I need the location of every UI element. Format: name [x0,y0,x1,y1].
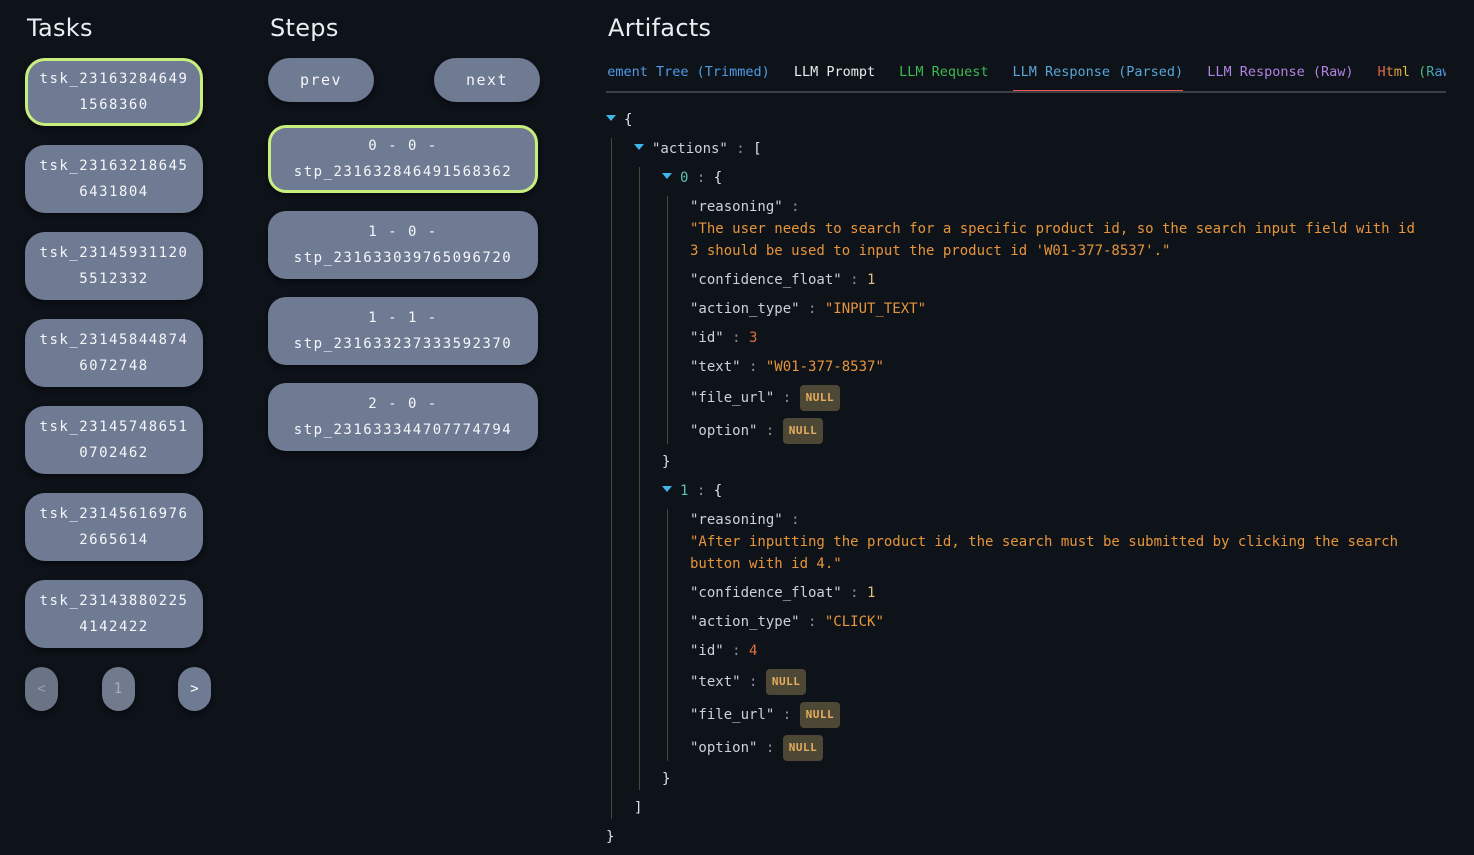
json-key: "file_url" [690,390,774,406]
task-button[interactable]: tsk_231438802254142422 [25,580,203,648]
json-key: "text" [690,674,741,690]
task-button[interactable]: tsk_231459311205512332 [25,232,203,300]
json-key: "option" [690,423,757,439]
json-value-null: NULL [783,735,824,761]
json-open-bracket: { [624,112,632,128]
json-key: "option" [690,740,757,756]
json-key: "reasoning" [690,199,783,215]
json-value-null: NULL [766,669,807,695]
pagination-page-1-button[interactable]: 1 [102,667,135,711]
json-entry: "confidence_float" : 1 [690,582,1446,604]
artifacts-tab-bar: Element Tree (Trimmed) LLM Prompt LLM Requ… [606,64,1446,93]
task-button[interactable]: tsk_231457486510702462 [25,406,203,474]
tab-element-tree-trimmed[interactable]: Element Tree (Trimmed) [606,64,770,93]
step-button[interactable]: 1 - 1 - stp_231633237333592370 [268,297,538,365]
json-entry: "reasoning" :"After inputting the produc… [690,509,1446,575]
json-close-bracket: } [662,451,1446,473]
json-entry: "id" : 4 [690,640,1446,662]
task-button[interactable]: tsk_231632186456431804 [25,145,203,213]
json-entry: "action_type" : "CLICK" [690,611,1446,633]
json-entry: "option" : NULL [690,418,1446,444]
json-entry: "file_url" : NULL [690,385,1446,411]
json-value-number: 4 [749,643,757,659]
json-entry: "text" : "W01-377-8537" [690,356,1446,378]
step-button[interactable]: 1 - 0 - stp_231633039765096720 [268,211,538,279]
json-entry: "text" : NULL [690,669,1446,695]
json-entry: "reasoning" :"The user needs to search f… [690,196,1446,262]
steps-nav: prev next [268,58,540,102]
json-node-header: 0 : { [662,167,1446,189]
collapse-caret-icon[interactable] [634,144,644,150]
json-key: "actions" [652,141,728,157]
json-children: 0 : { "reasoning" :"The user needs to sea… [639,167,1446,790]
steps-panel: Steps prev next 0 - 0 - stp_231632846491… [268,0,540,469]
json-value-null: NULL [800,702,841,728]
json-key: "reasoning" [690,512,783,528]
collapse-caret-icon[interactable] [606,115,616,121]
json-value-number: 1 [867,585,875,601]
collapse-caret-icon[interactable] [662,173,672,179]
json-entry: "option" : NULL [690,735,1446,761]
artifacts-panel: Artifacts Element Tree (Trimmed) LLM Prom… [606,0,1446,855]
step-button[interactable]: 0 - 0 - stp_231632846491568362 [268,125,538,193]
json-tree-viewer: {"actions" : [0 : {"reasoning" :"The use… [606,109,1446,848]
json-node-header: { [606,109,1446,131]
json-entry: "action_type" : "INPUT_TEXT" [690,298,1446,320]
steps-next-button[interactable]: next [434,58,540,102]
tasks-panel: Tasks tsk_231632846491568360 tsk_23163218… [25,0,211,711]
json-key: "action_type" [690,301,800,317]
json-value-string: "After inputting the product id, the sea… [690,531,1420,575]
steps-title: Steps [270,14,540,42]
json-close-bracket: } [662,768,1446,790]
json-key: "confidence_float" [690,272,842,288]
tab-llm-response-raw[interactable]: LLM Response (Raw) [1207,64,1353,93]
task-list: tsk_231632846491568360 tsk_23163218645643… [25,58,211,648]
tab-html-raw[interactable]: Html (Raw) [1378,64,1447,93]
json-key: "file_url" [690,707,774,723]
steps-prev-button[interactable]: prev [268,58,374,102]
task-button[interactable]: tsk_231456169762665614 [25,493,203,561]
json-value-string: "CLICK" [825,614,884,630]
json-value-null: NULL [783,418,824,444]
json-key: "action_type" [690,614,800,630]
step-list: 0 - 0 - stp_231632846491568362 1 - 0 - st… [268,125,540,451]
json-open-bracket: { [714,170,722,186]
json-key: "id" [690,643,724,659]
json-entry: "confidence_float" : 1 [690,269,1446,291]
json-node-header: 1 : { [662,480,1446,502]
task-button[interactable]: tsk_231458448746072748 [25,319,203,387]
json-children: "reasoning" :"After inputting the produc… [667,509,1446,761]
json-node-header: "actions" : [ [634,138,1446,160]
tasks-pagination: < 1 > [25,667,211,711]
tab-llm-request[interactable]: LLM Request [899,64,988,93]
pagination-prev-button[interactable]: < [25,667,58,711]
json-close-bracket: ] [634,797,1446,819]
json-value-string: "W01-377-8537" [766,359,884,375]
json-entry: "id" : 3 [690,327,1446,349]
json-close-bracket: } [606,826,1446,848]
json-children: "actions" : [ 0 : { "reasoning" :"The user… [611,138,1446,819]
json-value-string: "The user needs to search for a specific… [690,218,1420,262]
json-key: "id" [690,330,724,346]
tasks-title: Tasks [27,14,211,42]
artifacts-title: Artifacts [608,14,1446,42]
json-value-number: 1 [867,272,875,288]
step-button[interactable]: 2 - 0 - stp_231633344707774794 [268,383,538,451]
pagination-next-button[interactable]: > [178,667,211,711]
json-key: "confidence_float" [690,585,842,601]
json-entry: "file_url" : NULL [690,702,1446,728]
json-open-bracket: [ [753,141,761,157]
tab-llm-response-parsed[interactable]: LLM Response (Parsed) [1013,64,1184,93]
json-open-bracket: { [714,483,722,499]
json-value-number: 3 [749,330,757,346]
json-value-null: NULL [800,385,841,411]
json-key: "text" [690,359,741,375]
task-button[interactable]: tsk_231632846491568360 [25,58,203,126]
tab-llm-prompt[interactable]: LLM Prompt [794,64,875,93]
json-children: "reasoning" :"The user needs to search f… [667,196,1446,444]
json-value-string: "INPUT_TEXT" [825,301,926,317]
collapse-caret-icon[interactable] [662,486,672,492]
